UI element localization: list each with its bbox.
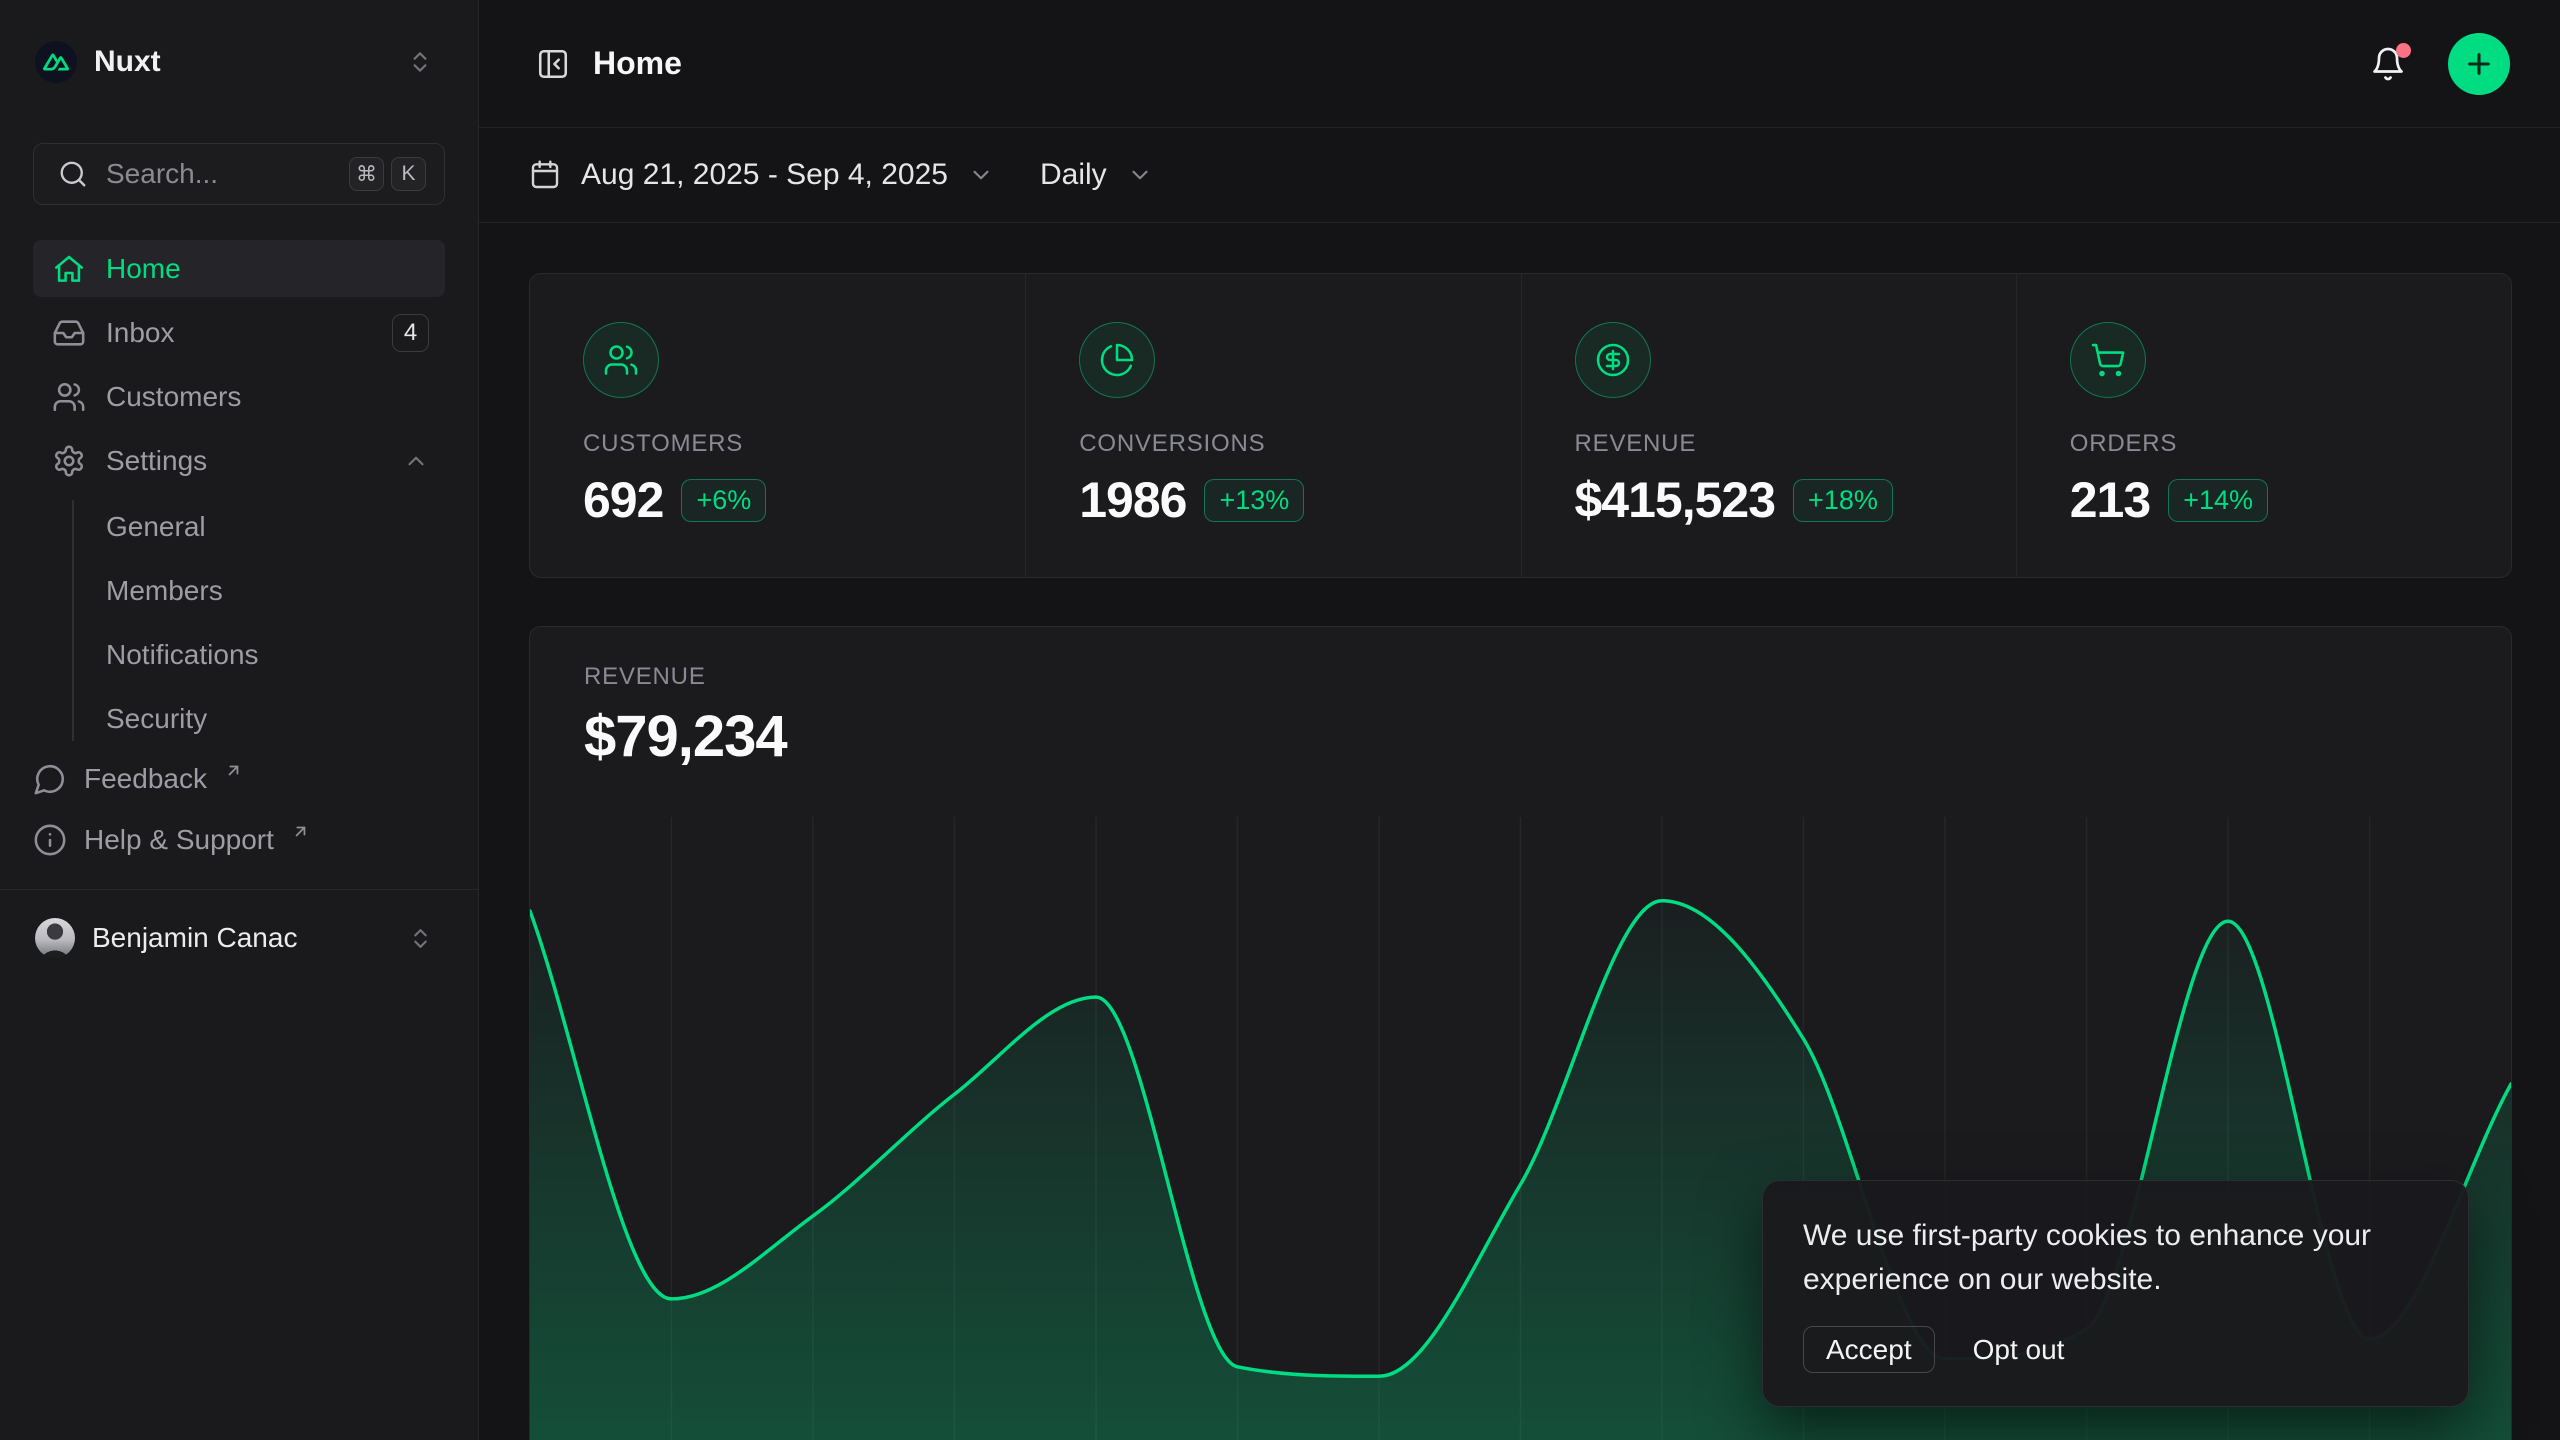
panel-left-close-icon bbox=[536, 47, 570, 81]
stat-orders: ORDERS 213 +14% bbox=[2016, 274, 2511, 577]
stat-delta-badge: +14% bbox=[2168, 479, 2268, 522]
search-icon bbox=[58, 159, 88, 189]
workspace-switcher[interactable]: Nuxt bbox=[33, 38, 445, 86]
sidebar: Nuxt Search... ⌘ K Home Inbox 4 Customers Se… bbox=[0, 0, 479, 1440]
users-icon bbox=[52, 380, 86, 414]
sidebar-subitem-members[interactable]: Members bbox=[106, 562, 445, 619]
stat-value: 213 bbox=[2070, 471, 2150, 529]
search-input[interactable]: Search... ⌘ K bbox=[33, 143, 445, 205]
sidebar-subitem-notifications[interactable]: Notifications bbox=[106, 626, 445, 683]
stat-label: CONVERSIONS bbox=[1079, 430, 1490, 458]
sidebar-item-label: Settings bbox=[106, 445, 383, 477]
chevron-down-icon bbox=[968, 162, 994, 188]
stat-label: ORDERS bbox=[2070, 430, 2481, 458]
sidebar-collapse-button[interactable] bbox=[529, 40, 577, 88]
sidebar-link-label: Help & Support bbox=[84, 824, 274, 856]
workspace-name: Nuxt bbox=[94, 45, 407, 79]
cookie-message: We use first-party cookies to enhance yo… bbox=[1803, 1214, 2428, 1302]
calendar-icon bbox=[529, 159, 561, 191]
date-range-label: Aug 21, 2025 - Sep 4, 2025 bbox=[581, 158, 948, 192]
chevrons-up-down-icon bbox=[408, 926, 433, 951]
stat-value: 1986 bbox=[1079, 471, 1186, 529]
plus-icon bbox=[2463, 48, 2495, 80]
sidebar-subitem-security[interactable]: Security bbox=[106, 690, 445, 747]
settings-icon bbox=[52, 444, 86, 478]
chevrons-up-down-icon bbox=[407, 49, 433, 75]
sidebar-submenu: General Members Notifications Security bbox=[33, 498, 445, 747]
granularity-select[interactable]: Daily bbox=[1040, 158, 1153, 192]
sidebar-item-home[interactable]: Home bbox=[33, 240, 445, 297]
pie-chart-icon bbox=[1079, 322, 1155, 398]
users-icon bbox=[583, 322, 659, 398]
revenue-chart-label: REVENUE bbox=[584, 663, 2511, 691]
circle-dollar-sign-icon bbox=[1575, 322, 1651, 398]
cookie-accept-button[interactable]: Accept bbox=[1803, 1326, 1935, 1373]
notifications-button[interactable] bbox=[2364, 40, 2412, 88]
shopping-cart-icon bbox=[2070, 322, 2146, 398]
message-circle-icon bbox=[33, 762, 67, 796]
stat-label: CUSTOMERS bbox=[583, 430, 995, 458]
sidebar-item-label: Customers bbox=[106, 381, 429, 413]
stat-delta-badge: +18% bbox=[1793, 479, 1893, 522]
sidebar-item-label: Home bbox=[106, 253, 429, 285]
user-name: Benjamin Canac bbox=[92, 922, 391, 954]
stats-card: CUSTOMERS 692 +6% CONVERSIONS 1986 +13% REVENU… bbox=[529, 273, 2512, 578]
home-icon bbox=[52, 252, 86, 286]
info-icon bbox=[33, 823, 67, 857]
avatar bbox=[35, 918, 75, 958]
revenue-chart-total: $79,234 bbox=[584, 703, 2511, 770]
kbd-cmd: ⌘ bbox=[349, 157, 384, 191]
sidebar-link-feedback[interactable]: Feedback bbox=[33, 754, 445, 804]
sidebar-subitem-general[interactable]: General bbox=[106, 498, 445, 555]
arrow-up-right-icon bbox=[291, 822, 310, 841]
sidebar-item-label: Inbox bbox=[106, 317, 372, 349]
sidebar-footer-links: Feedback Help & Support bbox=[33, 754, 445, 865]
add-button[interactable] bbox=[2448, 33, 2510, 95]
notification-dot bbox=[2396, 43, 2411, 58]
page-title: Home bbox=[593, 45, 682, 82]
sidebar-nav: Home Inbox 4 Customers Settings General Member… bbox=[33, 240, 445, 747]
kbd-k: K bbox=[391, 157, 426, 191]
chevron-up-icon bbox=[403, 448, 429, 474]
search-placeholder: Search... bbox=[106, 158, 342, 190]
page-header: Home bbox=[479, 0, 2560, 128]
stat-value: $415,523 bbox=[1575, 471, 1776, 529]
stat-revenue: REVENUE $415,523 +18% bbox=[1521, 274, 2016, 577]
stat-delta-badge: +13% bbox=[1204, 479, 1304, 522]
cookie-banner: We use first-party cookies to enhance yo… bbox=[1762, 1180, 2469, 1407]
stat-customers: CUSTOMERS 692 +6% bbox=[530, 274, 1025, 577]
granularity-label: Daily bbox=[1040, 158, 1107, 192]
sidebar-item-customers[interactable]: Customers bbox=[33, 368, 445, 425]
arrow-up-right-icon bbox=[224, 761, 243, 780]
stat-conversions: CONVERSIONS 1986 +13% bbox=[1025, 274, 1520, 577]
sidebar-item-inbox[interactable]: Inbox 4 bbox=[33, 304, 445, 361]
stat-label: REVENUE bbox=[1575, 430, 1986, 458]
nuxt-logo-icon bbox=[35, 41, 77, 83]
inbox-count-badge: 4 bbox=[392, 314, 429, 352]
sidebar-item-settings[interactable]: Settings bbox=[33, 432, 445, 489]
stat-delta-badge: +6% bbox=[681, 479, 766, 522]
toolbar: Aug 21, 2025 - Sep 4, 2025 Daily bbox=[479, 128, 2560, 223]
cookie-optout-button[interactable]: Opt out bbox=[1973, 1334, 2065, 1366]
date-range-picker[interactable]: Aug 21, 2025 - Sep 4, 2025 bbox=[529, 158, 994, 192]
inbox-icon bbox=[52, 316, 86, 350]
user-menu[interactable]: Benjamin Canac bbox=[0, 890, 478, 986]
stat-value: 692 bbox=[583, 471, 663, 529]
sidebar-link-help-support[interactable]: Help & Support bbox=[33, 815, 445, 865]
sidebar-link-label: Feedback bbox=[84, 763, 207, 795]
chevron-down-icon bbox=[1127, 162, 1153, 188]
